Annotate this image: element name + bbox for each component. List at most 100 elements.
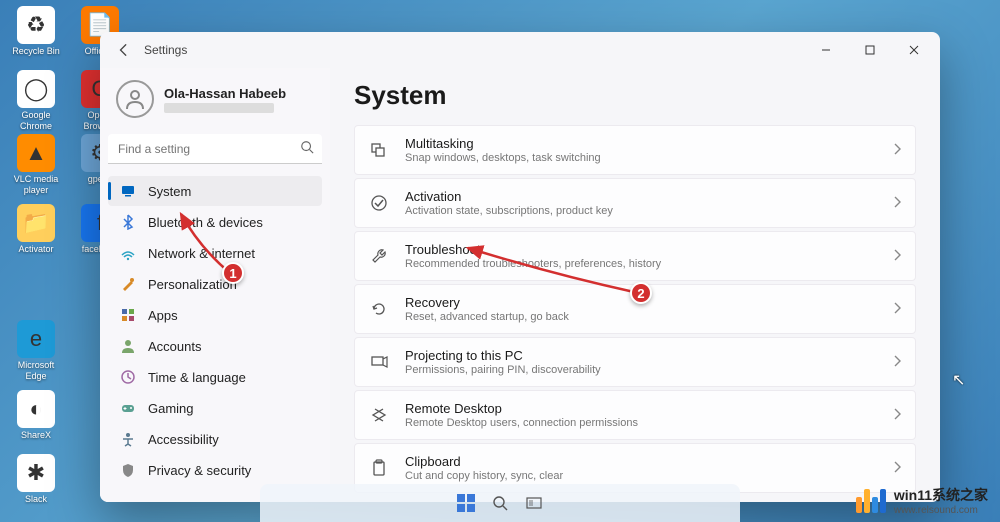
nav-label: Time & language <box>148 370 246 385</box>
search-input[interactable] <box>108 134 322 164</box>
annotation-badge-1: 1 <box>222 262 244 284</box>
gamepad-icon <box>120 400 136 416</box>
check-icon <box>369 193 389 213</box>
sidebar-item-apps[interactable]: Apps <box>108 300 322 330</box>
bluetooth-icon <box>120 214 136 230</box>
nav-label: Bluetooth & devices <box>148 215 263 230</box>
taskview-icon[interactable] <box>520 489 548 517</box>
desktop-icon[interactable]: ✱Slack <box>8 454 64 505</box>
chevron-right-icon <box>893 355 901 370</box>
taskbar[interactable] <box>260 484 740 522</box>
chevron-right-icon <box>893 249 901 264</box>
sidebar-item-gamepad[interactable]: Gaming <box>108 393 322 423</box>
row-desc: Cut and copy history, sync, clear <box>405 470 877 482</box>
brush-icon <box>120 276 136 292</box>
nav-label: Network & internet <box>148 246 255 261</box>
maximize-button[interactable] <box>848 35 892 65</box>
sidebar-item-network[interactable]: Network & internet <box>108 238 322 268</box>
row-text: Clipboard Cut and copy history, sync, cl… <box>405 454 877 482</box>
clock-icon <box>120 369 136 385</box>
rows-list: Multitasking Snap windows, desktops, tas… <box>354 125 916 493</box>
settings-row-remote[interactable]: Remote Desktop Remote Desktop users, con… <box>354 390 916 440</box>
settings-row-multitask[interactable]: Multitasking Snap windows, desktops, tas… <box>354 125 916 175</box>
desktop-icon[interactable]: eMicrosoft Edge <box>8 320 64 382</box>
desktop-icon[interactable]: ▲VLC media player <box>8 134 64 196</box>
desktop-glyph-icon: 📁 <box>17 204 55 242</box>
search-taskbar-icon[interactable] <box>486 489 514 517</box>
row-desc: Recommended troubleshooters, preferences… <box>405 258 877 270</box>
sidebar-item-clock[interactable]: Time & language <box>108 362 322 392</box>
back-button[interactable] <box>108 34 140 66</box>
person-icon <box>120 338 136 354</box>
row-title: Activation <box>405 189 877 204</box>
nav-label: Privacy & security <box>148 463 251 478</box>
clipboard-icon <box>369 458 389 478</box>
recovery-icon <box>369 299 389 319</box>
desktop-icon[interactable]: ◯Google Chrome <box>8 70 64 132</box>
watermark: win11系统之家 www.relsound.com <box>856 485 988 516</box>
chevron-right-icon <box>893 143 901 158</box>
settings-row-wrench[interactable]: Troubleshoot Recommended troubleshooters… <box>354 231 916 281</box>
minimize-button[interactable] <box>804 35 848 65</box>
row-text: Remote Desktop Remote Desktop users, con… <box>405 401 877 429</box>
settings-row-project[interactable]: Projecting to this PC Permissions, pairi… <box>354 337 916 387</box>
sidebar-item-bluetooth[interactable]: Bluetooth & devices <box>108 207 322 237</box>
avatar-icon <box>116 80 154 118</box>
row-text: Multitasking Snap windows, desktops, tas… <box>405 136 877 164</box>
close-button[interactable] <box>892 35 936 65</box>
chevron-right-icon <box>893 302 901 317</box>
annotation-badge-2: 2 <box>630 282 652 304</box>
nav: System Bluetooth & devices Network & inter… <box>108 176 322 485</box>
network-icon <box>120 245 136 261</box>
nav-label: System <box>148 184 191 199</box>
desktop-icon[interactable]: ◐ ShareX <box>8 390 64 441</box>
desktop-icon-label: Microsoft Edge <box>8 360 64 382</box>
row-title: Troubleshoot <box>405 242 877 257</box>
row-desc: Remote Desktop users, connection permiss… <box>405 417 877 429</box>
window-controls <box>804 35 936 65</box>
profile-email-redacted <box>164 103 274 113</box>
project-icon <box>369 352 389 372</box>
row-title: Multitasking <box>405 136 877 151</box>
desktop-icon[interactable]: ♻Recycle Bin <box>8 6 64 57</box>
row-desc: Snap windows, desktops, task switching <box>405 152 877 164</box>
desktop-icon-label: Google Chrome <box>8 110 64 132</box>
window-body: Ola-Hassan Habeeb System Bluetooth & devi… <box>100 68 940 502</box>
row-text: Activation Activation state, subscriptio… <box>405 189 877 217</box>
wrench-icon <box>369 246 389 266</box>
multitask-icon <box>369 140 389 160</box>
system-icon <box>120 183 136 199</box>
desktop-glyph-icon: ♻ <box>17 6 55 44</box>
titlebar: Settings <box>100 32 940 68</box>
desktop-glyph-icon: ◯ <box>17 70 55 108</box>
settings-row-check[interactable]: Activation Activation state, subscriptio… <box>354 178 916 228</box>
watermark-line2: www.relsound.com <box>894 505 988 516</box>
profile[interactable]: Ola-Hassan Habeeb <box>108 68 322 134</box>
desktop-glyph-icon: ◐ <box>17 390 55 428</box>
desktop-icon[interactable]: 📁Activator <box>8 204 64 255</box>
apps-icon <box>120 307 136 323</box>
desktop-glyph-icon: ▲ <box>17 134 55 172</box>
start-icon[interactable] <box>452 489 480 517</box>
sidebar-item-system[interactable]: System <box>108 176 322 206</box>
window-title: Settings <box>144 43 187 57</box>
row-title: Clipboard <box>405 454 877 469</box>
sidebar-item-access[interactable]: Accessibility <box>108 424 322 454</box>
desktop-icon-label: VLC media player <box>8 174 64 196</box>
page-title: System <box>354 80 916 111</box>
watermark-logo <box>856 489 886 513</box>
profile-name: Ola-Hassan Habeeb <box>164 86 286 101</box>
sidebar-item-person[interactable]: Accounts <box>108 331 322 361</box>
row-title: Projecting to this PC <box>405 348 877 363</box>
search-icon <box>300 140 314 159</box>
sidebar-item-shield[interactable]: Privacy & security <box>108 455 322 485</box>
chevron-right-icon <box>893 196 901 211</box>
desktop-icon-label: ShareX <box>8 430 64 441</box>
row-text: Projecting to this PC Permissions, pairi… <box>405 348 877 376</box>
row-desc: Reset, advanced startup, go back <box>405 311 877 323</box>
row-desc: Activation state, subscriptions, product… <box>405 205 877 217</box>
sidebar-item-brush[interactable]: Personalization <box>108 269 322 299</box>
desktop-glyph-icon: e <box>17 320 55 358</box>
nav-label: Accessibility <box>148 432 219 447</box>
watermark-line1: win11系统之家 <box>894 485 988 505</box>
